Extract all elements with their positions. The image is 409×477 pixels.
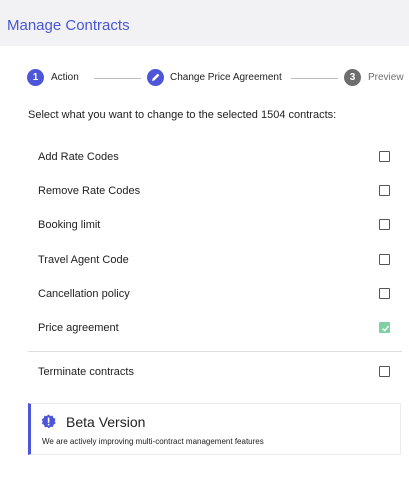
divider [28, 351, 402, 352]
option-remove-rate-codes[interactable]: Remove Rate Codes [28, 183, 390, 201]
wizard-stepper: 1 Action Change Price Agreement 3 Previe… [0, 68, 409, 88]
option-terminate-contracts[interactable]: Terminate contracts [28, 364, 390, 382]
option-cancellation-policy[interactable]: Cancellation policy [28, 286, 390, 304]
option-label: Terminate contracts [38, 366, 134, 378]
option-label: Cancellation policy [38, 288, 130, 300]
step-3-label[interactable]: Preview [368, 72, 404, 84]
step-3-circle[interactable]: 3 [344, 69, 361, 86]
page-title: Manage Contracts [7, 17, 130, 34]
option-label: Add Rate Codes [38, 151, 119, 163]
option-booking-limit[interactable]: Booking limit [28, 217, 390, 235]
step-connector-2 [291, 78, 338, 79]
beta-title: Beta Version [66, 414, 146, 430]
option-travel-agent-code[interactable]: Travel Agent Code [28, 252, 390, 270]
step-connector-1 [94, 78, 141, 79]
step-2-label[interactable]: Change Price Agreement [170, 72, 282, 84]
beta-description: We are actively improving multi-contract… [42, 437, 264, 446]
cancellation-policy-checkbox[interactable] [379, 288, 390, 299]
option-label: Travel Agent Code [38, 254, 129, 266]
page-header: Manage Contracts [0, 0, 409, 46]
badge-alert-icon [41, 414, 56, 434]
step-1-circle[interactable]: 1 [27, 69, 44, 86]
option-label: Price agreement [38, 322, 119, 334]
option-add-rate-codes[interactable]: Add Rate Codes [28, 149, 390, 167]
price-agreement-checkbox[interactable] [379, 322, 390, 333]
travel-agent-code-checkbox[interactable] [379, 254, 390, 265]
option-label: Booking limit [38, 219, 101, 231]
step-2-circle[interactable] [147, 69, 164, 86]
option-price-agreement[interactable]: Price agreement [28, 320, 390, 338]
instruction-text: Select what you want to change to the se… [28, 109, 337, 121]
checkmark-icon [382, 325, 390, 332]
remove-rate-codes-checkbox[interactable] [379, 185, 390, 196]
beta-notice: Beta Version We are actively improving m… [28, 403, 401, 455]
pencil-icon [152, 73, 160, 81]
booking-limit-checkbox[interactable] [379, 219, 390, 230]
step-1-label[interactable]: Action [51, 72, 79, 84]
option-label: Remove Rate Codes [38, 185, 141, 197]
terminate-contracts-checkbox[interactable] [379, 366, 390, 377]
add-rate-codes-checkbox[interactable] [379, 151, 390, 162]
